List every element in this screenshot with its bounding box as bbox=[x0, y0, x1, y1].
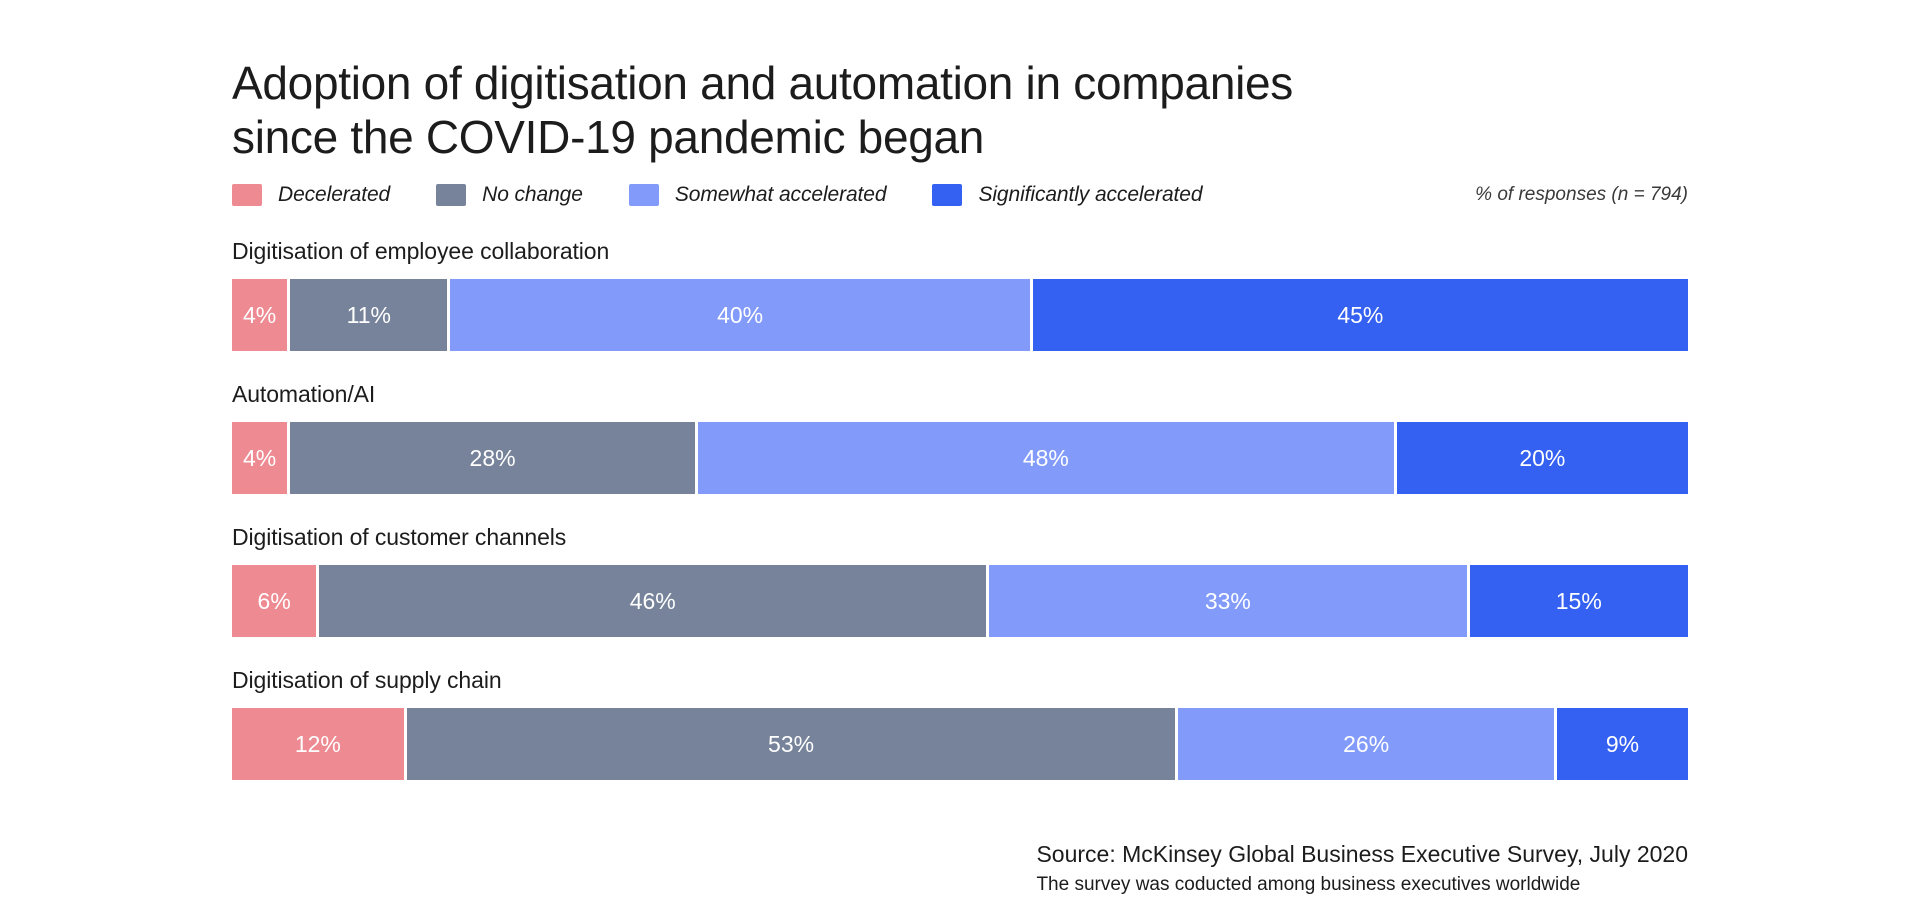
bar-segment[interactable]: 40% bbox=[450, 279, 1033, 351]
bar-segment-value: 4% bbox=[242, 444, 277, 471]
bar-group-label: Digitisation of customer channels bbox=[232, 524, 567, 550]
bar-segment[interactable]: 15% bbox=[1469, 565, 1688, 637]
legend-swatch-icon-significantly-accelerated bbox=[932, 184, 963, 206]
bar-segment[interactable]: 11% bbox=[290, 279, 451, 351]
stacked-bar: 12% 53% 26% 9% bbox=[232, 708, 1688, 780]
chart-legend: Decelerated No change Somewhat accelerat… bbox=[232, 180, 1688, 210]
legend-label-significantly-accelerated: Significantly accelerated bbox=[978, 183, 1203, 206]
legend-label-decelerated: Decelerated bbox=[278, 183, 391, 206]
stacked-bar: 6% 46% 33% 15% bbox=[232, 565, 1688, 637]
bar-segment-value: 26% bbox=[1343, 730, 1390, 757]
bar-segment[interactable]: 9% bbox=[1556, 708, 1688, 780]
bar-segment-value: 6% bbox=[257, 587, 291, 614]
legend-swatch-icon-decelerated bbox=[232, 184, 262, 206]
bar-segment[interactable]: 48% bbox=[697, 422, 1397, 494]
bar-segment-value: 12% bbox=[294, 730, 341, 757]
bar-segment[interactable]: 26% bbox=[1178, 708, 1557, 780]
stacked-bar: 4% 11% 40% 45% bbox=[232, 279, 1688, 351]
legend-response-note: % of responses (n = 794) bbox=[1475, 184, 1688, 205]
legend-item-somewhat-accelerated[interactable]: Somewhat accelerated bbox=[628, 183, 887, 207]
chart-footer: Source: McKinsey Global Business Executi… bbox=[1036, 841, 1688, 896]
bar-segment[interactable]: 28% bbox=[290, 422, 698, 494]
bar-segment[interactable]: 20% bbox=[1396, 422, 1688, 494]
stacked-bar: 4% 28% 48% 20% bbox=[232, 422, 1688, 494]
bar-segment[interactable]: 4% bbox=[232, 422, 291, 494]
bar-segment-value: 4% bbox=[242, 301, 277, 328]
bar-group-label: Digitisation of supply chain bbox=[232, 667, 502, 693]
bar-segment[interactable]: 46% bbox=[319, 565, 990, 637]
bar-segment-value: 15% bbox=[1555, 587, 1602, 614]
legend-item-significantly-accelerated[interactable]: Significantly accelerated bbox=[932, 183, 1203, 207]
legend-swatch-icon-somewhat-accelerated bbox=[628, 184, 659, 206]
bar-segment[interactable]: 4% bbox=[232, 279, 291, 351]
stacked-bar-chart: Digitisation of employee collaboration 4%… bbox=[232, 238, 1688, 810]
bar-segment-value: 20% bbox=[1519, 444, 1566, 471]
legend-item-decelerated[interactable]: Decelerated bbox=[232, 183, 390, 207]
bar-group: Digitisation of customer channels 6% 46% 33… bbox=[232, 524, 1688, 637]
bar-segment-value: 9% bbox=[1605, 730, 1640, 757]
bar-segment-value: 28% bbox=[469, 444, 516, 471]
chart-page: Adoption of digitisation and automation … bbox=[0, 0, 1920, 920]
bar-segment[interactable]: 33% bbox=[989, 565, 1470, 637]
legend-label-somewhat-accelerated: Somewhat accelerated bbox=[674, 183, 887, 206]
bar-segment-value: 46% bbox=[629, 587, 676, 614]
bar-segment-value: 45% bbox=[1337, 301, 1384, 328]
bar-segment-value: 11% bbox=[346, 301, 391, 328]
bar-group: Digitisation of employee collaboration 4%… bbox=[232, 238, 1688, 351]
bar-segment-value: 33% bbox=[1204, 587, 1251, 614]
legend-swatch-icon-no-change bbox=[436, 184, 467, 206]
bar-group-label: Digitisation of employee collaboration bbox=[232, 238, 610, 264]
legend-label-no-change: No change bbox=[482, 183, 583, 206]
bar-segment[interactable]: 45% bbox=[1032, 279, 1688, 351]
bar-segment[interactable]: 53% bbox=[406, 708, 1179, 780]
source-line: Source: McKinsey Global Business Executi… bbox=[1036, 841, 1688, 867]
bar-group: Digitisation of supply chain 12% 53% 26% 9% bbox=[232, 667, 1688, 780]
bar-group: Automation/AI 4% 28% 48% 20% bbox=[232, 381, 1688, 494]
bar-segment[interactable]: 6% bbox=[232, 565, 320, 637]
bar-segment-value: 48% bbox=[1022, 444, 1069, 471]
page-title: Adoption of digitisation and automation … bbox=[232, 56, 1293, 163]
bar-segment-value: 53% bbox=[768, 730, 815, 757]
legend-item-no-change[interactable]: No change bbox=[436, 183, 583, 207]
bar-segment[interactable]: 12% bbox=[232, 708, 407, 780]
bar-segment-value: 40% bbox=[717, 301, 764, 328]
bar-group-label: Automation/AI bbox=[232, 381, 376, 407]
source-note: The survey was coducted among business e… bbox=[1036, 874, 1581, 895]
